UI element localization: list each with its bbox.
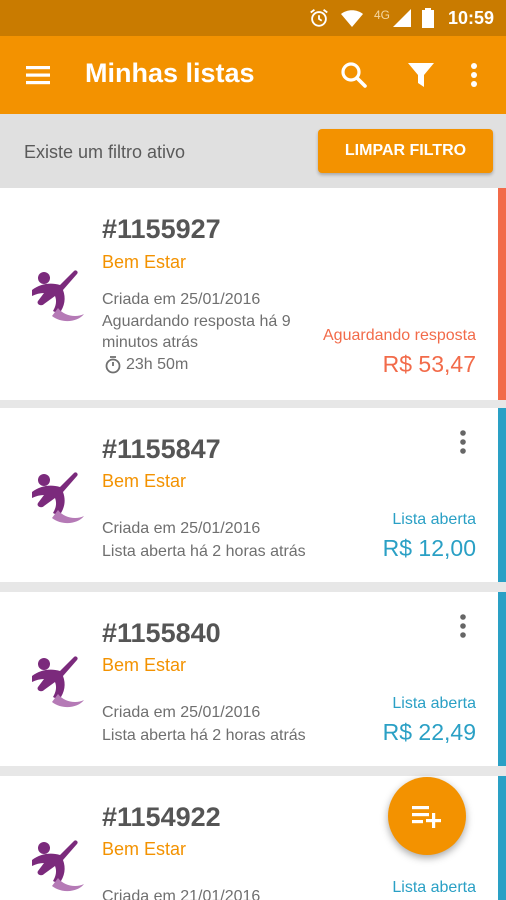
filter-icon[interactable]: [405, 59, 437, 91]
kebab-icon[interactable]: [450, 612, 476, 642]
active-filter-message: Existe um filtro ativo: [24, 142, 186, 162]
status-time: 10:59: [447, 7, 494, 28]
list-price: R$ 53,47: [382, 351, 476, 377]
list-price: R$ 12,00: [382, 535, 476, 561]
list-created-date: Criada em 25/01/2016: [102, 520, 261, 537]
list-category: Bem Estar: [102, 471, 187, 491]
list-status: Lista aberta: [392, 695, 476, 712]
more-vert-icon[interactable]: [458, 59, 490, 91]
playlist-add-icon: [412, 806, 441, 828]
list-card[interactable]: #1155927 Bem Estar Criada em 25/01/2016 …: [0, 188, 506, 400]
wellness-logo: [32, 270, 84, 322]
list-status-detail: Lista aberta há 2 horas atrás: [102, 543, 306, 560]
battery-icon: [421, 8, 434, 28]
network-type-label: 4G: [373, 8, 390, 22]
clear-filter-button[interactable]: LIMPAR FILTRO: [318, 129, 493, 173]
status-stripe: [498, 776, 506, 900]
alarm-icon: [310, 9, 328, 27]
list-status: Lista aberta: [392, 511, 476, 528]
list-created-date: Criada em 21/01/2016: [102, 888, 261, 900]
list-status-detail: Lista aberta há 2 horas atrás: [102, 727, 306, 744]
status-stripe: [498, 188, 506, 400]
list-status: Lista aberta: [392, 879, 476, 896]
list-status-detail-cont: minutos atrás: [102, 334, 199, 351]
timer-icon: [105, 356, 121, 374]
kebab-icon[interactable]: [450, 428, 476, 458]
list-category: Bem Estar: [102, 655, 187, 675]
list-card[interactable]: #1155840 Bem Estar Criada em 25/01/2016 …: [0, 592, 506, 766]
status-stripe: [498, 592, 506, 766]
signal-icon: [392, 9, 411, 27]
list-category: Bem Estar: [102, 252, 187, 272]
list-created-date: Criada em 25/01/2016: [102, 704, 261, 721]
list-number: #1155840: [102, 618, 221, 648]
new-list-fab[interactable]: [388, 777, 466, 855]
app-bar: Minhas listas: [0, 36, 506, 114]
list-category: Bem Estar: [102, 839, 187, 859]
search-icon[interactable]: [338, 59, 370, 91]
status-icons: 4G 10:59: [308, 0, 494, 36]
list-price: R$ 22,49: [382, 719, 476, 745]
status-stripe: [498, 408, 506, 582]
page-title: Minhas listas: [85, 58, 255, 88]
list-status: Aguardando resposta: [323, 327, 476, 344]
active-filter-bar: Existe um filtro ativo LIMPAR FILTRO: [0, 114, 506, 188]
wellness-logo: [32, 656, 84, 708]
list-created-date: Criada em 25/01/2016: [102, 291, 261, 308]
list-status-detail: Aguardando resposta há 9: [102, 313, 291, 330]
wellness-logo: [32, 472, 84, 524]
wellness-logo: [32, 840, 84, 892]
countdown: 23h 50m: [104, 356, 188, 374]
countdown-text: 23h 50m: [126, 356, 189, 373]
status-bar: 4G 10:59: [0, 0, 506, 36]
menu-icon[interactable]: [22, 59, 54, 91]
list-card[interactable]: #1155847 Bem Estar Criada em 25/01/2016 …: [0, 408, 506, 582]
wifi-icon: [340, 10, 363, 27]
list-number: #1154922: [102, 802, 221, 832]
list-number: #1155847: [102, 434, 221, 464]
list-number: #1155927: [102, 214, 221, 244]
